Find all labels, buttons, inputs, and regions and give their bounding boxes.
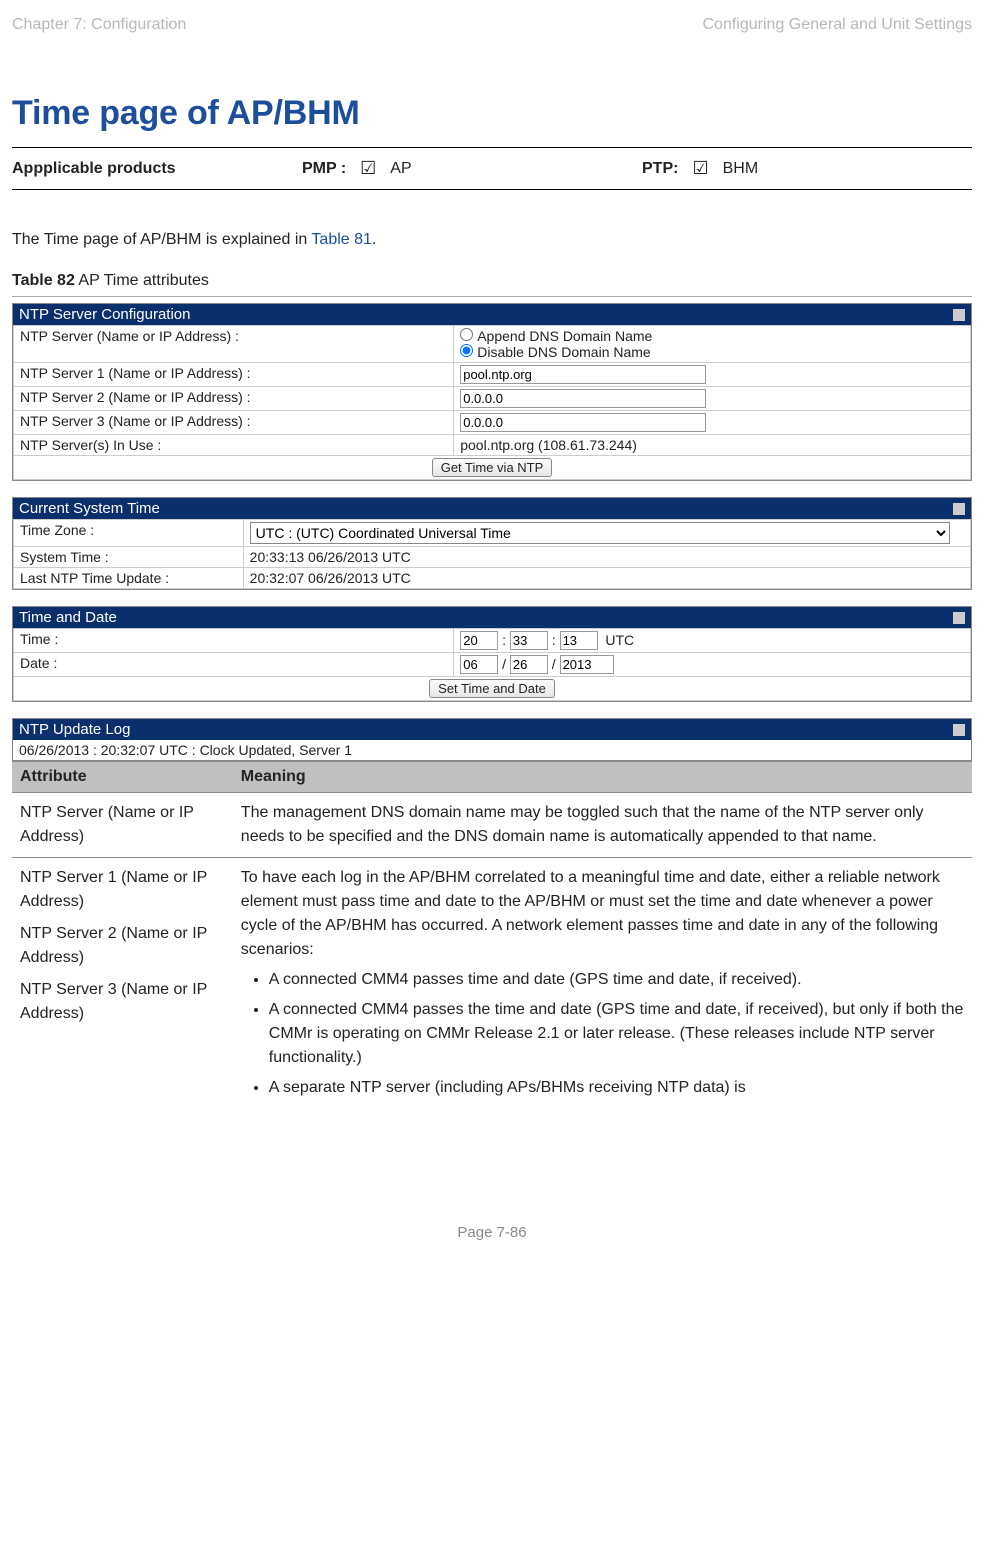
applicable-label: Appplicable products xyxy=(12,160,302,178)
disable-dns-radio[interactable] xyxy=(460,344,473,357)
table-row: NTP Server 1 (Name or IP Address) NTP Se… xyxy=(12,858,972,1115)
list-item: A separate NTP server (including APs/BHM… xyxy=(269,1076,964,1100)
page-number: Page 7-86 xyxy=(12,1224,972,1241)
set-time-date-button[interactable]: Set Time and Date xyxy=(429,679,555,698)
system-time-value: 20:33:13 06/26/2013 UTC xyxy=(243,547,970,568)
col-attribute: Attribute xyxy=(12,762,233,793)
ntp-server3-input[interactable] xyxy=(460,413,706,432)
time-sep: : xyxy=(552,632,556,648)
disable-dns-label: Disable DNS Domain Name xyxy=(477,344,651,360)
table-caption-number: Table 82 xyxy=(12,272,75,289)
collapse-icon[interactable] xyxy=(953,309,965,321)
time-hour-input[interactable] xyxy=(460,631,498,650)
current-system-time-box: Current System Time Time Zone : UTC : (U… xyxy=(12,497,972,590)
collapse-icon[interactable] xyxy=(953,612,965,624)
panel-title: NTP Server Configuration xyxy=(19,306,190,323)
col-meaning: Meaning xyxy=(233,762,972,793)
append-dns-radio[interactable] xyxy=(460,328,473,341)
table-link[interactable]: Table 81 xyxy=(311,231,372,248)
attr-line: NTP Server 3 (Name or IP Address) xyxy=(20,978,225,1026)
get-time-ntp-button[interactable]: Get Time via NTP xyxy=(432,458,553,477)
date-year-input[interactable] xyxy=(560,655,614,674)
panel-title: Time and Date xyxy=(19,609,117,626)
ntp-server-config-box: NTP Server Configuration NTP Server (Nam… xyxy=(12,303,972,481)
date-sep: / xyxy=(502,656,506,672)
collapse-icon[interactable] xyxy=(953,503,965,515)
ntp-server-label: NTP Server (Name or IP Address) : xyxy=(14,326,454,363)
checkbox-icon: ☑ xyxy=(360,158,376,179)
ntp-log-entry: 06/26/2013 : 20:32:07 UTC : Clock Update… xyxy=(13,740,971,760)
timezone-select[interactable]: UTC : (UTC) Coordinated Universal Time xyxy=(250,522,950,544)
ptp-product: BHM xyxy=(723,160,759,178)
applicable-products-row: Appplicable products PMP : ☑ AP PTP: ☑ B… xyxy=(12,147,972,190)
meaning-cell: To have each log in the AP/BHM correlate… xyxy=(233,858,972,1115)
meaning-list: A connected CMM4 passes time and date (G… xyxy=(241,968,964,1100)
attr-line: NTP Server 1 (Name or IP Address) xyxy=(20,866,225,914)
chapter-label: Chapter 7: Configuration xyxy=(12,16,186,34)
ntp-server2-input[interactable] xyxy=(460,389,706,408)
timezone-label: Time Zone : xyxy=(14,520,244,547)
pmp-product: AP xyxy=(390,160,411,178)
ntp-server3-label: NTP Server 3 (Name or IP Address) : xyxy=(14,411,454,435)
attr-line: NTP Server 2 (Name or IP Address) xyxy=(20,922,225,970)
time-tz: UTC xyxy=(605,632,634,648)
collapse-icon[interactable] xyxy=(953,724,965,736)
panel-title: NTP Update Log xyxy=(19,721,130,738)
ntp-inuse-label: NTP Server(s) In Use : xyxy=(14,435,454,456)
ntp-update-log-box: NTP Update Log 06/26/2013 : 20:32:07 UTC… xyxy=(12,718,972,761)
page-title: Time page of AP/BHM xyxy=(12,94,972,133)
time-label: Time : xyxy=(14,629,454,653)
system-time-label: System Time : xyxy=(14,547,244,568)
time-sec-input[interactable] xyxy=(560,631,598,650)
ntp-inuse-value: pool.ntp.org (108.61.73.244) xyxy=(454,435,971,456)
date-day-input[interactable] xyxy=(510,655,548,674)
intro-paragraph: The Time page of AP/BHM is explained in … xyxy=(12,228,972,252)
last-ntp-update-value: 20:32:07 06/26/2013 UTC xyxy=(243,568,970,589)
pmp-label: PMP : xyxy=(302,160,346,178)
time-sep: : xyxy=(502,632,506,648)
section-label: Configuring General and Unit Settings xyxy=(703,16,973,34)
date-label: Date : xyxy=(14,653,454,677)
table-header-row: Attribute Meaning xyxy=(12,762,972,793)
table-row: NTP Server (Name or IP Address) The mana… xyxy=(12,793,972,858)
attr-cell: NTP Server (Name or IP Address) xyxy=(12,793,233,858)
list-item: A connected CMM4 passes time and date (G… xyxy=(269,968,964,992)
date-month-input[interactable] xyxy=(460,655,498,674)
last-ntp-update-label: Last NTP Time Update : xyxy=(14,568,244,589)
meaning-cell: The management DNS domain name may be to… xyxy=(233,793,972,858)
list-item: A connected CMM4 passes the time and dat… xyxy=(269,998,964,1070)
panel-title: Current System Time xyxy=(19,500,160,517)
intro-text: The Time page of AP/BHM is explained in xyxy=(12,231,311,248)
attr-cell: NTP Server 1 (Name or IP Address) NTP Se… xyxy=(12,858,233,1115)
table-caption: Table 82 AP Time attributes xyxy=(12,272,972,290)
ptp-label: PTP: xyxy=(642,160,678,178)
ntp-server2-label: NTP Server 2 (Name or IP Address) : xyxy=(14,387,454,411)
time-min-input[interactable] xyxy=(510,631,548,650)
ntp-server1-label: NTP Server 1 (Name or IP Address) : xyxy=(14,363,454,387)
table-caption-rest: AP Time attributes xyxy=(75,272,209,289)
time-and-date-box: Time and Date Time : : : UTC Date : xyxy=(12,606,972,702)
date-sep: / xyxy=(552,656,556,672)
ntp-server1-input[interactable] xyxy=(460,365,706,384)
checkbox-icon: ☑ xyxy=(692,158,708,179)
attribute-table: Attribute Meaning NTP Server (Name or IP… xyxy=(12,761,972,1114)
intro-post: . xyxy=(372,231,376,248)
meaning-intro: To have each log in the AP/BHM correlate… xyxy=(241,866,964,962)
append-dns-label: Append DNS Domain Name xyxy=(477,328,652,344)
